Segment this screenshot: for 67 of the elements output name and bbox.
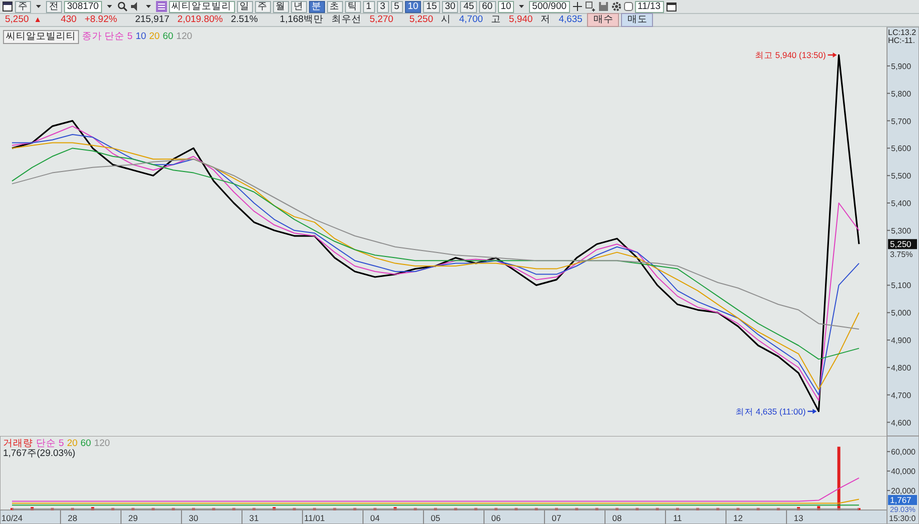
turnover-percent: 2.51% [230,15,259,25]
date-label: 12 [733,513,743,523]
low-price: 4,635 [558,15,584,25]
change-percent: 3.75% [890,250,913,260]
axis-label: 5,300 [891,226,912,236]
axis-note: HC:-11. [888,36,915,45]
open-label: 시 [440,15,452,25]
up-arrow-icon: ▲ [34,16,42,24]
date-label: 10/24 [1,513,23,523]
axis-label: 5,500 [891,172,912,181]
axis-label: 20,000 [891,486,916,496]
axis-label: 4,700 [891,390,912,400]
annotation-label: 최고 5,940 (13:50) [754,50,826,60]
best-ask: 5,270 [368,15,394,25]
legend-item: 20 [149,32,160,42]
axis-label: 4,600 [891,418,912,428]
legend-item: 10 [136,32,146,42]
date-label: 04 [370,513,380,523]
axis-label: 5,800 [891,89,912,98]
legend-item: 20 [66,439,78,448]
high-price: 5,940 [508,15,534,25]
legend-item: 종가 단순 5 [82,32,133,42]
axis-label: 40,000 [891,467,916,476]
best-quote-label: 최우선 [330,15,363,25]
low-label: 저 [540,15,552,25]
open-price: 4,700 [458,15,484,25]
annotation-label: 최저 4,635 (11:00) [735,406,806,416]
price-change: 430 [60,15,78,25]
axis-label: 4,800 [891,363,912,372]
trade-volume: 215,917 [134,15,170,25]
date-label: 06 [491,513,501,523]
price-marker: 5,250 [888,239,917,250]
date-label: 07 [552,513,562,523]
axis-label: 5,400 [891,199,912,208]
date-label: 28 [68,513,78,523]
date-label: 11/01 [304,513,325,523]
volume-marker: 1,767 [888,495,917,505]
axis-note: LC:13.2 [888,28,916,37]
axis-label: 60,000 [891,448,916,457]
date-label: 29 [128,513,138,523]
axis-label: 5,100 [891,281,912,290]
trade-amount: 1,168백만 [278,15,325,25]
date-label: 11 [673,513,682,523]
legend-item: 60 [80,439,92,448]
legend-title: 씨티알모빌리티 [3,30,79,44]
best-bid: 5,250 [408,15,434,25]
date-label: 05 [430,513,440,523]
current-price: 5,250 [4,15,30,25]
legend-item: 120 [94,439,110,448]
date-label: 13 [794,513,804,523]
high-label: 고 [490,15,502,25]
axis-label: 5,600 [891,144,912,154]
date-label: 31 [249,513,259,523]
change-percent: +8.92% [84,15,118,25]
date-label: 08 [612,513,622,523]
legend-item: 120 [176,32,192,42]
axis-label: 5,700 [891,116,912,126]
legend-item: 60 [162,32,174,42]
date-label: 30 [188,513,198,523]
axis-label: 4,900 [891,336,912,346]
time-label: 15:30:0 [889,514,916,523]
volume-percent: 2,019.80% [176,15,224,25]
legend-item: 단순 5 [36,439,64,448]
axis-label: 5,000 [891,308,912,318]
legend-item: 거래량 [3,439,33,448]
axis-label: 5,900 [891,62,912,71]
volume-status: 1,767주(29.03%) [3,449,76,458]
